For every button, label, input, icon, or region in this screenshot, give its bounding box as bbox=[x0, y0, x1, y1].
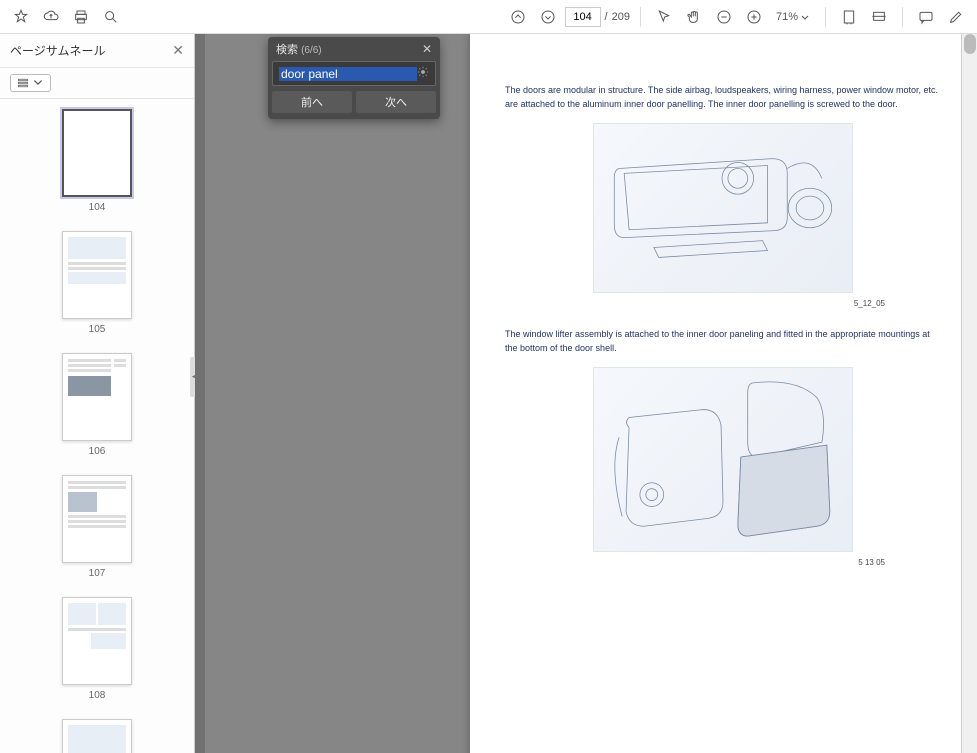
thumbnail-label: 108 bbox=[89, 690, 106, 701]
bookmark-icon[interactable] bbox=[8, 4, 34, 30]
search-counter: (6/6) bbox=[301, 45, 322, 56]
search-titlebar[interactable]: 検索 (6/6) ✕ bbox=[268, 37, 440, 61]
figure-door-panel bbox=[593, 123, 853, 293]
thumbnail-sidebar: ページサムネール ✕ 104 105 106 10 bbox=[0, 34, 195, 753]
search-title: 検索 bbox=[276, 44, 298, 56]
upload-cloud-icon[interactable] bbox=[38, 4, 64, 30]
body-paragraph-2: The window lifter assembly is attached t… bbox=[505, 328, 940, 355]
thumbnail-item[interactable]: 108 bbox=[0, 597, 194, 701]
search-next-button[interactable]: 次へ bbox=[356, 91, 436, 113]
thumbnail-label: 107 bbox=[89, 568, 106, 579]
page-down-icon[interactable] bbox=[535, 4, 561, 30]
search-prev-button[interactable]: 前へ bbox=[272, 91, 352, 113]
fit-width-icon[interactable] bbox=[836, 4, 862, 30]
zoom-in-icon[interactable] bbox=[741, 4, 767, 30]
hand-pan-icon[interactable] bbox=[681, 4, 707, 30]
sidebar-close-icon[interactable]: ✕ bbox=[172, 42, 184, 59]
zoom-level-dropdown[interactable]: 71% bbox=[771, 10, 815, 24]
pointer-arrow-icon[interactable] bbox=[651, 4, 677, 30]
page-number-input[interactable] bbox=[565, 7, 601, 27]
search-input[interactable]: door panel bbox=[279, 67, 417, 81]
thumbnail-item[interactable]: 107 bbox=[0, 475, 194, 579]
sidebar-view-options-button[interactable] bbox=[10, 74, 51, 92]
figure-window-lifter bbox=[593, 367, 853, 552]
fit-page-icon[interactable] bbox=[866, 4, 892, 30]
page-sep: / bbox=[605, 11, 608, 23]
figure-label-2: 5 13 05 bbox=[505, 558, 940, 567]
thumbnail-list: 104 105 106 107 108 bbox=[0, 99, 194, 753]
zoom-search-icon[interactable] bbox=[98, 4, 124, 30]
zoom-out-icon[interactable] bbox=[711, 4, 737, 30]
zoom-value: 71% bbox=[776, 11, 798, 23]
sidebar-title: ページサムネール bbox=[10, 42, 172, 59]
main-toolbar: / 209 71% bbox=[0, 0, 977, 34]
thumbnail-item[interactable]: 104 bbox=[0, 109, 194, 213]
thumbnail-item[interactable]: 106 bbox=[0, 353, 194, 457]
comment-icon[interactable] bbox=[913, 4, 939, 30]
body-paragraph-1: The doors are modular in structure. The … bbox=[505, 84, 940, 111]
highlight-pen-icon[interactable] bbox=[943, 4, 969, 30]
search-close-icon[interactable]: ✕ bbox=[422, 42, 432, 56]
search-panel: 検索 (6/6) ✕ door panel 前へ 次へ bbox=[268, 37, 440, 119]
thumbnail-label: 106 bbox=[89, 446, 106, 457]
page-total: 209 bbox=[612, 11, 630, 23]
search-settings-gear-icon[interactable] bbox=[417, 66, 429, 81]
page-up-icon[interactable] bbox=[505, 4, 531, 30]
figure-label-1: 5_12_05 bbox=[505, 299, 940, 308]
thumbnail-item[interactable] bbox=[0, 719, 194, 753]
chevron-down-icon bbox=[32, 77, 44, 89]
thumbnail-label: 105 bbox=[89, 324, 106, 335]
document-viewport[interactable]: 検索 (6/6) ✕ door panel 前へ 次へ 911 Carrera … bbox=[195, 34, 977, 753]
vertical-scrollbar[interactable] bbox=[961, 34, 977, 753]
chevron-down-icon bbox=[800, 12, 810, 22]
thumbnail-label: 104 bbox=[89, 202, 106, 213]
thumbnail-item[interactable]: 105 bbox=[0, 231, 194, 335]
pdf-page: 911 Carrera S The doors are modular in s… bbox=[470, 34, 975, 753]
page-counter: / 209 bbox=[565, 7, 630, 27]
print-icon[interactable] bbox=[68, 4, 94, 30]
